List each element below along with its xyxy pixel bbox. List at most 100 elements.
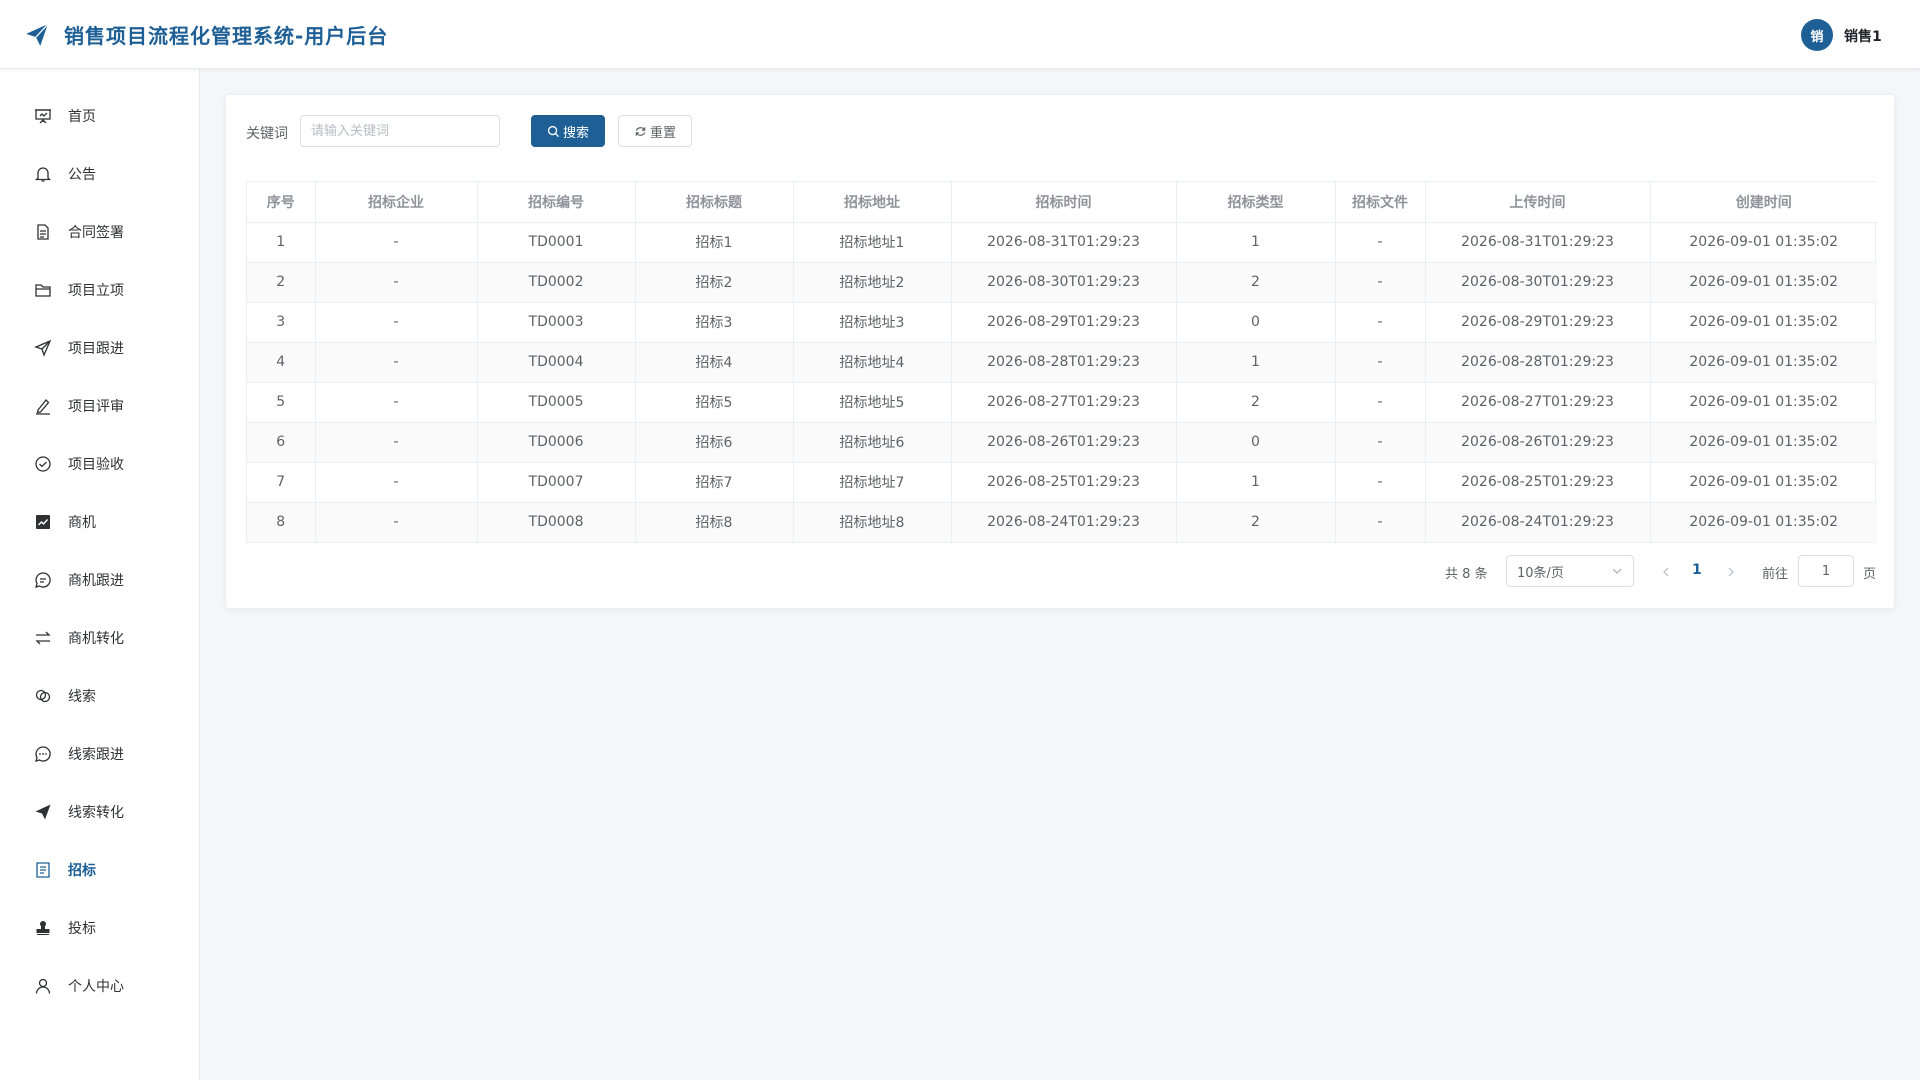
sidebar-item-project-follow[interactable]: 项目跟进 — [0, 319, 199, 377]
sidebar-item-project-review[interactable]: 项目评审 — [0, 377, 199, 435]
table-cell: 2026-08-29T01:29:23 — [1425, 302, 1651, 343]
next-page-button[interactable] — [1724, 564, 1738, 578]
paper-plane-icon — [34, 803, 52, 821]
table-cell: 2026-09-01 01:35:02 — [1650, 222, 1877, 263]
chat-icon — [34, 571, 52, 589]
sidebar-item-opportunity-follow[interactable]: 商机跟进 — [0, 551, 199, 609]
table-cell: - — [1335, 462, 1426, 503]
sidebar-item-label: 合同签署 — [68, 225, 124, 241]
table-cell: - — [1335, 342, 1426, 383]
table-cell: 2026-08-31T01:29:23 — [951, 222, 1177, 263]
table-cell: 5 — [247, 382, 316, 423]
table-cell: 0 — [1176, 302, 1336, 343]
column-header-address: 招标地址 — [793, 182, 952, 223]
table-cell: 2026-08-30T01:29:23 — [951, 262, 1177, 303]
sidebar-item-label: 个人中心 — [68, 979, 124, 995]
table-cell: 招标3 — [635, 302, 794, 343]
search-button[interactable]: 搜索 — [531, 115, 605, 147]
user-icon — [34, 977, 52, 995]
sidebar-item-project-acceptance[interactable]: 项目验收 — [0, 435, 199, 493]
user-name[interactable]: 销售1 — [1844, 26, 1882, 46]
sidebar-item-notice[interactable]: 公告 — [0, 145, 199, 203]
goto-page-input[interactable] — [1798, 555, 1854, 587]
table-cell: 2 — [1176, 502, 1336, 542]
table-cell: - — [1335, 222, 1426, 263]
table-cell: - — [315, 342, 478, 383]
keyword-label: 关键词 — [246, 126, 288, 142]
table-cell: - — [1335, 382, 1426, 423]
keyword-input[interactable] — [300, 115, 500, 147]
table-cell: 2026-09-01 01:35:02 — [1650, 262, 1877, 303]
table-row[interactable]: 3- TD0003 招标3 招标地址3 2026-08-29T01:29:23 0-202… — [247, 302, 1877, 343]
table-row[interactable]: 8- TD0008 招标8 招标地址8 2026-08-24T01:29:23 2-202… — [247, 502, 1877, 542]
sidebar-item-opportunity-convert[interactable]: 商机转化 — [0, 609, 199, 667]
sidebar-item-label: 线索转化 — [68, 805, 124, 821]
table-cell: 2026-09-01 01:35:02 — [1650, 422, 1877, 463]
column-header-file: 招标文件 — [1335, 182, 1426, 223]
table-cell: 招标2 — [635, 262, 794, 303]
sidebar-item-contract[interactable]: 合同签署 — [0, 203, 199, 261]
table-cell: 2 — [1176, 262, 1336, 303]
column-header-bid-time: 招标时间 — [951, 182, 1177, 223]
column-header-title: 招标标题 — [635, 182, 794, 223]
chat-dots-icon — [34, 745, 52, 763]
sidebar: 首页 公告 合同签署 项目立项 项目跟进 项目评审 项目验收 商机 商机跟进 商… — [0, 69, 200, 1080]
goto-label: 前往 — [1762, 567, 1789, 582]
table-cell: 0 — [1176, 422, 1336, 463]
pagination-total: 共 8 条 — [1445, 567, 1488, 582]
table-cell: 3 — [247, 302, 316, 343]
table-row[interactable]: 7- TD0007 招标7 招标地址7 2026-08-25T01:29:23 1-202… — [247, 462, 1877, 503]
table-cell: - — [315, 422, 478, 463]
sidebar-item-lead-convert[interactable]: 线索转化 — [0, 783, 199, 841]
sidebar-item-label: 项目跟进 — [68, 341, 124, 357]
table-cell: TD0002 — [477, 262, 636, 303]
chevron-down-icon — [1611, 565, 1623, 577]
table-cell: TD0008 — [477, 502, 636, 542]
chart-icon — [34, 513, 52, 531]
table-cell: 2026-08-24T01:29:23 — [1425, 502, 1651, 542]
sidebar-item-bidding[interactable]: 招标 — [0, 841, 199, 899]
prev-page-button[interactable] — [1659, 564, 1673, 578]
sidebar-item-label: 公告 — [68, 167, 96, 183]
table-row[interactable]: 1- TD0001 招标1 招标地址1 2026-08-31T01:29:23 1-202… — [247, 222, 1877, 263]
sidebar-item-opportunity[interactable]: 商机 — [0, 493, 199, 551]
sidebar-item-lead[interactable]: 线索 — [0, 667, 199, 725]
table-cell: - — [315, 222, 478, 263]
sidebar-item-label: 招标 — [68, 863, 96, 879]
sidebar-item-home[interactable]: 首页 — [0, 87, 199, 145]
table-cell: 招标地址1 — [793, 222, 952, 263]
table-cell: 2026-08-31T01:29:23 — [1425, 222, 1651, 263]
reset-button[interactable]: 重置 — [618, 115, 692, 147]
table-cell: TD0006 — [477, 422, 636, 463]
table-row[interactable]: 5- TD0005 招标5 招标地址5 2026-08-27T01:29:23 2-202… — [247, 382, 1877, 423]
sidebar-item-tender[interactable]: 投标 — [0, 899, 199, 957]
table-cell: 1 — [247, 222, 316, 263]
table-cell: 招标地址7 — [793, 462, 952, 503]
sidebar-item-lead-follow[interactable]: 线索跟进 — [0, 725, 199, 783]
sidebar-item-project-setup[interactable]: 项目立项 — [0, 261, 199, 319]
stamp-icon — [34, 919, 52, 937]
page-size-value: 10条/页 — [1517, 565, 1564, 581]
current-page[interactable]: 1 — [1692, 562, 1702, 578]
table-cell: 1 — [1176, 462, 1336, 503]
table-row[interactable]: 6- TD0006 招标6 招标地址6 2026-08-26T01:29:23 0-202… — [247, 422, 1877, 463]
table-cell: 2026-08-26T01:29:23 — [1425, 422, 1651, 463]
table-row[interactable]: 2- TD0002 招标2 招标地址2 2026-08-30T01:29:23 2-202… — [247, 262, 1877, 303]
table-cell: 招标地址8 — [793, 502, 952, 542]
table-row[interactable]: 4- TD0004 招标4 招标地址4 2026-08-28T01:29:23 1-202… — [247, 342, 1877, 383]
sidebar-item-label: 商机转化 — [68, 631, 124, 647]
table-cell: - — [1335, 302, 1426, 343]
table-cell: 2026-08-26T01:29:23 — [951, 422, 1177, 463]
switch-icon — [34, 629, 52, 647]
table-cell: 招标地址4 — [793, 342, 952, 383]
sidebar-item-label: 商机 — [68, 515, 96, 531]
sidebar-item-label: 项目评审 — [68, 399, 124, 415]
table-cell: 7 — [247, 462, 316, 503]
sidebar-item-label: 项目验收 — [68, 457, 124, 473]
avatar[interactable]: 销 — [1801, 19, 1833, 51]
sidebar-item-label: 线索跟进 — [68, 747, 124, 763]
sidebar-item-profile[interactable]: 个人中心 — [0, 957, 199, 1015]
page-size-select[interactable]: 10条/页 — [1506, 555, 1634, 587]
table-cell: 2026-08-27T01:29:23 — [1425, 382, 1651, 423]
table-cell: 2026-08-25T01:29:23 — [951, 462, 1177, 503]
